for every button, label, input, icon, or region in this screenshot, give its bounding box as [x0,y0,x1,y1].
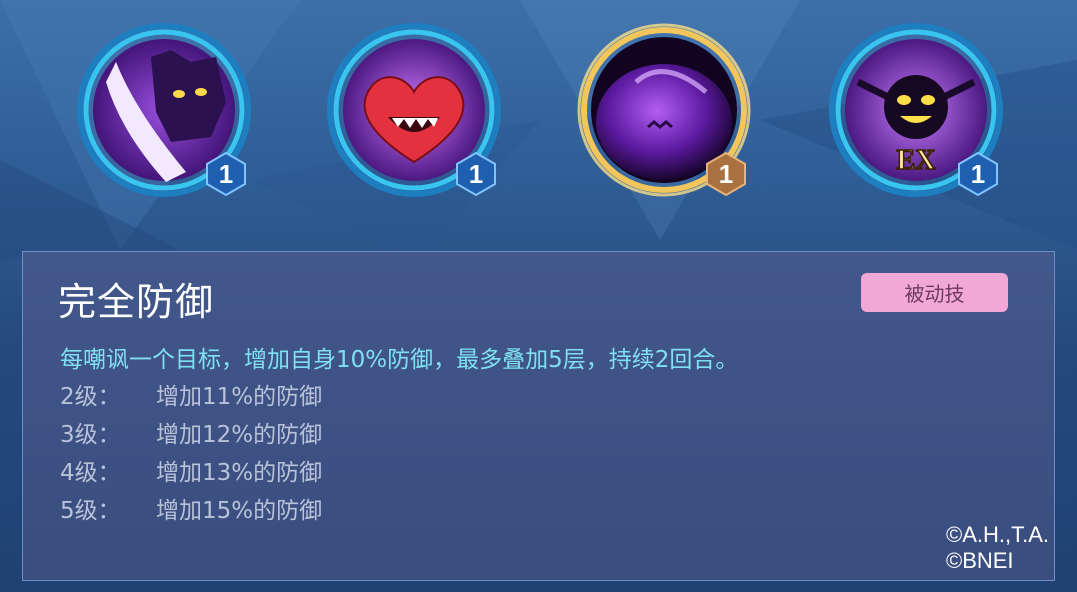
skill-level-value: 1 [468,158,484,189]
skill-icon-row: 1 1 1 EX 1 [0,0,1077,230]
level-number: 2级： [60,384,121,410]
copyright-line-1: ©A.H.,T.A. [945,522,1049,547]
ex-label-text: EX [897,145,936,176]
level-effect: 增加11%的防御 [156,384,323,410]
level-line: 5级： 增加15%的防御 [60,492,322,530]
level-number: 4级： [60,460,121,486]
skill-slot-3-selected[interactable]: 1 [576,22,752,212]
skill-level-badge: 1 [704,152,748,196]
skill-type-tag: 被动技 [861,273,1008,312]
skill-detail-panel: 完全防御 被动技 每嘲讽一个目标，增加自身10%防御，最多叠加5层，持续2回合。… [22,251,1055,581]
level-line: 4级： 增加13%的防御 [60,454,322,492]
copyright-line-2: ©BNEI [945,548,1014,573]
skill-description: 每嘲讽一个目标，增加自身10%防御，最多叠加5层，持续2回合。 [60,347,739,373]
ex-label-icon: EX [896,144,936,176]
skill-slot-4[interactable]: EX 1 [828,22,1004,212]
level-effect: 增加12%的防御 [156,422,323,448]
level-line: 3级： 增加12%的防御 [60,416,322,454]
skill-slot-1[interactable]: 1 [76,22,252,212]
skill-level-badge: 1 [454,152,498,196]
skill-level-badge: 1 [956,152,1000,196]
level-effect: 增加13%的防御 [156,460,323,486]
skill-name: 完全防御 [58,280,215,324]
level-line: 2级： 增加11%的防御 [60,378,322,416]
level-number: 5级： [60,498,121,524]
skill-level-badge: 1 [204,152,248,196]
skill-level-value: 1 [970,158,986,189]
skill-slot-2[interactable]: 1 [326,22,502,212]
level-upgrade-list: 2级： 增加11%的防御 3级： 增加12%的防御 4级： 增加13%的防御 5级： 增… [60,378,322,530]
copyright-notice: ©A.H.,T.A. ©BNEI [946,522,1049,574]
level-effect: 增加15%的防御 [156,498,323,524]
skill-level-value: 1 [718,158,734,189]
skill-level-value: 1 [218,158,234,189]
level-number: 3级： [60,422,121,448]
